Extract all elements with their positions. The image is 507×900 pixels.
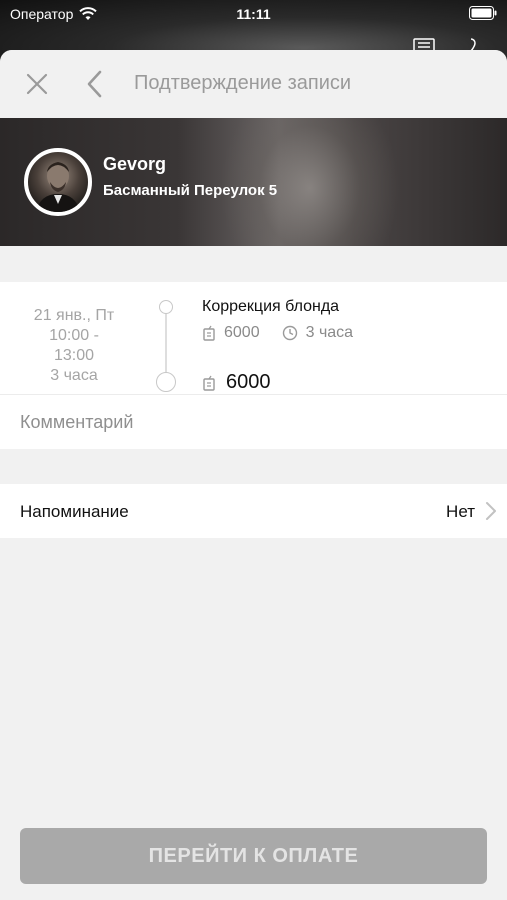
service-meta: 6000 3 часа xyxy=(202,324,353,342)
price-tag-icon xyxy=(203,325,215,341)
status-bar: Оператор 11:11 xyxy=(0,0,507,28)
avatar[interactable] xyxy=(24,148,92,216)
timeline-line xyxy=(165,312,167,374)
close-icon[interactable] xyxy=(24,71,50,97)
timeline-dot-end xyxy=(156,372,176,392)
service-duration: 3 часа xyxy=(305,324,354,341)
avatar-photo xyxy=(36,162,80,212)
reminder-row[interactable]: Напоминание Нет xyxy=(0,484,507,538)
booking-duration: 3 часа xyxy=(50,367,98,384)
confirmation-sheet: Подтверждение записи Gevorg Басманный Пе… xyxy=(0,50,507,900)
master-name: Gevorg xyxy=(103,154,167,174)
chevron-right-icon xyxy=(486,502,496,520)
reminder-value: Нет xyxy=(446,502,475,521)
status-time: 11:11 xyxy=(236,6,271,22)
master-address: Басманный Переулок 5 xyxy=(103,182,278,199)
total-price: 6000 xyxy=(226,371,271,393)
timeline-dot xyxy=(159,300,173,314)
price-tag-icon xyxy=(203,375,215,391)
booking-date-block: 21 янв., Пт 10:00 - 13:00 3 часа xyxy=(20,306,128,386)
master-banner: Gevorg Басманный Переулок 5 xyxy=(0,118,507,246)
service-name: Коррекция блонда xyxy=(202,298,340,315)
booking-time-start: 10:00 - xyxy=(49,327,99,344)
reminder-label: Напоминание xyxy=(20,502,129,521)
proceed-to-payment-button[interactable]: ПЕРЕЙТИ К ОПЛАТЕ xyxy=(20,828,487,884)
service-price: 6000 xyxy=(224,324,260,341)
nav-bar: Подтверждение записи xyxy=(0,50,507,118)
comment-input[interactable] xyxy=(20,395,480,449)
chevron-left-icon[interactable] xyxy=(84,69,106,99)
clock-icon xyxy=(282,325,297,341)
booking-date: 21 янв., Пт xyxy=(33,307,115,324)
booking-details: 21 янв., Пт 10:00 - 13:00 3 часа Коррекц… xyxy=(0,282,507,394)
total-row: 6000 xyxy=(202,371,271,394)
booking-time-end: 13:00 xyxy=(53,347,95,364)
page-title: Подтверждение записи xyxy=(134,72,352,94)
comment-row xyxy=(0,394,507,449)
battery-icon xyxy=(469,6,497,23)
